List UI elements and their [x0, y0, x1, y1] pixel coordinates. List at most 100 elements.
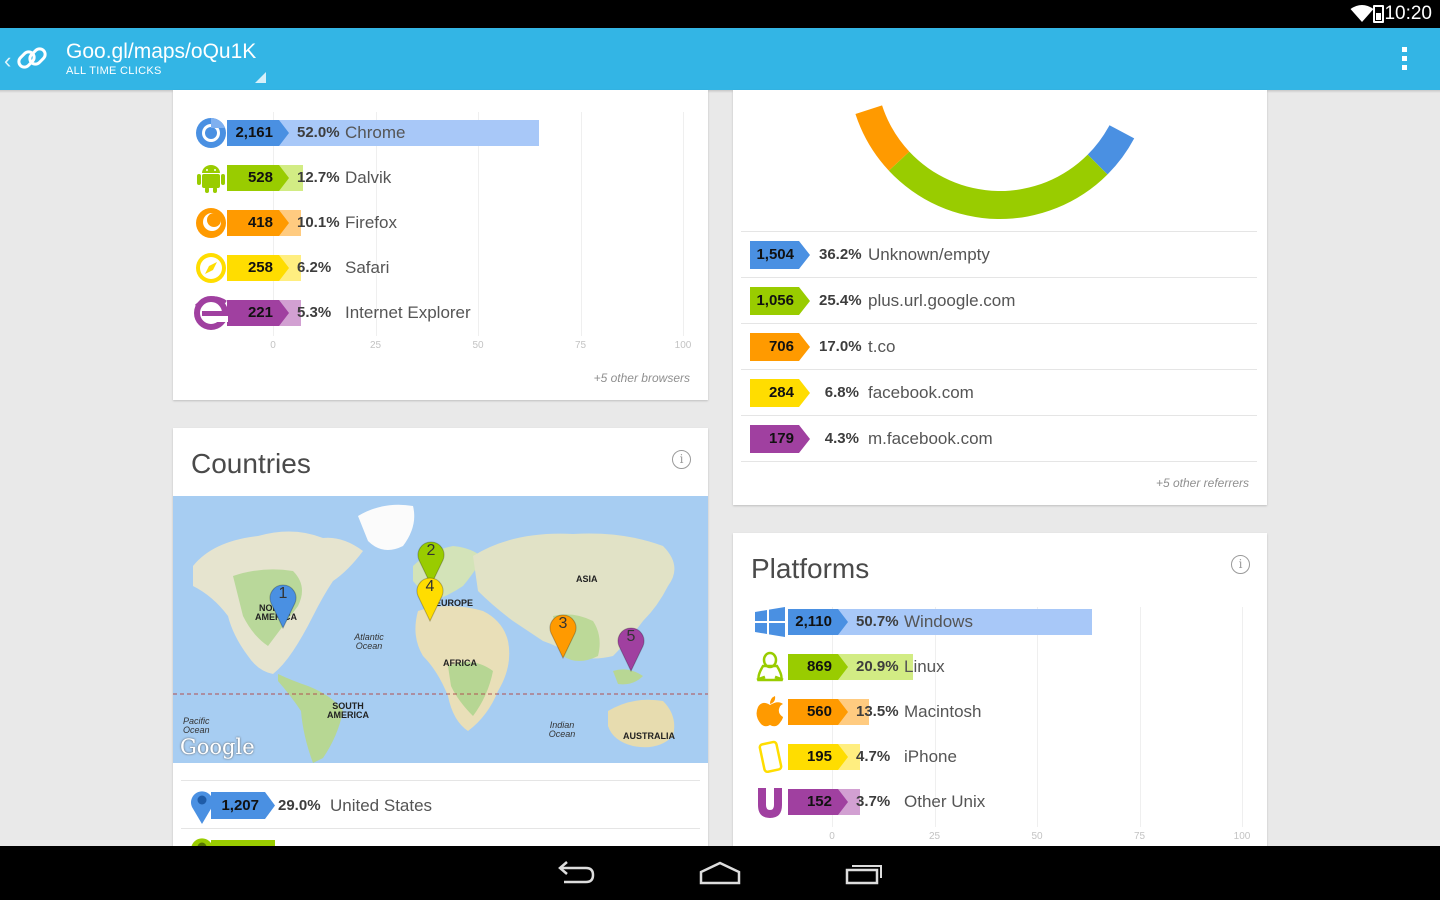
map-marker[interactable]: 5 — [617, 624, 645, 672]
item-name: Safari — [345, 258, 390, 277]
country-row[interactable] — [181, 828, 700, 848]
wifi-icon — [1350, 5, 1374, 22]
browser-row[interactable]: 418 10.1% Firefox — [173, 208, 708, 239]
platform-row[interactable]: 560 13.5% Macintosh — [733, 696, 1267, 728]
safari-icon — [194, 251, 228, 285]
count-tag: 560 — [788, 699, 848, 725]
percent-label: 5.3% — [297, 304, 332, 321]
region-australia: AUSTRALIA — [623, 731, 675, 741]
map-marker[interactable]: 3 — [549, 611, 577, 659]
country-name: United States — [330, 796, 433, 815]
count-tag: 221 — [227, 300, 289, 326]
map-marker[interactable]: 4 — [416, 574, 444, 622]
count-tag: 1,207 — [211, 792, 275, 819]
home-icon[interactable] — [698, 859, 742, 887]
axis-tick-label: 0 — [270, 340, 276, 351]
percent-label: 17.0% — [819, 338, 862, 355]
axis-tick-label: 75 — [1133, 831, 1146, 842]
item-name: Internet Explorer — [345, 303, 471, 322]
battery-icon — [1373, 5, 1384, 23]
count-tag: 179 — [750, 425, 810, 453]
percent-label: 20.9% — [856, 658, 899, 675]
spinner-indicator-icon[interactable] — [255, 72, 266, 83]
actionbar-subtitle[interactable]: ALL TIME CLICKS — [66, 65, 162, 77]
overflow-menu-icon[interactable] — [1402, 47, 1408, 74]
item-name: Windows — [904, 612, 973, 631]
info-icon[interactable]: i — [672, 450, 691, 469]
donut-slice-plus-url[interactable] — [888, 151, 1108, 219]
countries-title: Countries — [191, 448, 311, 479]
unix-icon — [753, 785, 787, 819]
axis-tick-label: 100 — [674, 340, 692, 351]
platform-row[interactable]: 2,110 50.7% Windows — [733, 607, 1267, 638]
percent-label: 10.1% — [297, 214, 340, 231]
axis-tick-label: 50 — [472, 340, 484, 351]
referrer-row[interactable]: 1,504 36.2% Unknown/empty — [741, 231, 1257, 277]
count-tag: 284 — [750, 379, 810, 407]
ie-icon — [194, 296, 228, 330]
item-name: Dalvik — [345, 168, 392, 187]
info-icon[interactable]: i — [1231, 555, 1250, 574]
item-name: Firefox — [345, 213, 397, 232]
referrers-card: 1,504 36.2% Unknown/empty 1,056 25.4% plus.ur… — [733, 90, 1267, 505]
count-tag: 706 — [750, 333, 810, 361]
referrer-row[interactable]: 706 17.0% t.co — [741, 323, 1257, 369]
world-map[interactable]: NORTH AMERICA EUROPE ASIA AFRICA SOUTH A… — [173, 496, 708, 763]
recent-apps-icon[interactable] — [844, 859, 886, 887]
navigation-bar — [0, 846, 1440, 900]
percent-label: 52.0% — [297, 124, 340, 141]
up-navigation-icon[interactable]: ‹ — [4, 48, 11, 74]
browser-row[interactable]: 2,161 52.0% Chrome — [173, 118, 708, 149]
country-row[interactable]: 1,207 29.0% United States — [181, 780, 700, 828]
map-marker[interactable]: 1 — [269, 581, 297, 629]
percent-label: 4.3% — [824, 430, 859, 447]
axis-tick-label: 25 — [369, 340, 382, 351]
browser-row[interactable]: 528 12.7% Dalvik — [173, 164, 708, 194]
referrer-row[interactable]: 284 6.8% facebook.com — [741, 369, 1257, 415]
countries-card: Countries i NORTH AMERICA EU — [173, 428, 708, 848]
android-icon — [194, 161, 228, 195]
percent-label: 12.7% — [297, 169, 340, 186]
count-tag: 2,161 — [227, 120, 289, 146]
platforms-title: Platforms — [751, 553, 870, 584]
status-bar: 10:20 — [0, 0, 1440, 28]
axis-tick-label: 0 — [829, 831, 835, 842]
more-browsers-link[interactable]: +5 other browsers — [594, 371, 690, 385]
google-logo: Google — [180, 735, 255, 759]
count-tag: 1,056 — [750, 287, 810, 315]
link-icon[interactable] — [14, 40, 50, 76]
referrer-name: plus.url.google.com — [868, 291, 1016, 310]
referrer-row[interactable]: 1,056 25.4% plus.url.google.com — [741, 277, 1257, 323]
map-marker-label: 5 — [626, 628, 636, 645]
referrer-name: m.facebook.com — [868, 429, 993, 448]
referrer-name: facebook.com — [868, 383, 974, 402]
percent-label: 3.7% — [856, 793, 891, 810]
axis-tick-label: 25 — [928, 831, 941, 842]
referrer-list-end — [741, 461, 1257, 462]
count-tag: 195 — [788, 744, 848, 770]
action-bar: ‹ Goo.gl/maps/oQu1K ALL TIME CLICKS — [0, 28, 1440, 90]
axis-tick-label: 50 — [1031, 831, 1043, 842]
percent-label: 36.2% — [819, 246, 862, 263]
actionbar-title[interactable]: Goo.gl/maps/oQu1K — [66, 40, 256, 64]
count-tag: 258 — [227, 255, 289, 281]
more-referrers-link[interactable]: +5 other referrers — [1156, 476, 1249, 490]
map-marker-label: 2 — [426, 542, 436, 559]
platform-row[interactable]: 152 3.7% Other Unix — [733, 788, 1267, 818]
count-tag: 528 — [227, 165, 289, 191]
platforms-card: Platforms i 0 25 50 75 100 2,110 50.7% Windows… — [733, 533, 1267, 848]
percent-label: 6.8% — [824, 384, 859, 401]
percent-label: 50.7% — [856, 613, 899, 630]
referrer-row[interactable]: 179 4.3% m.facebook.com — [741, 415, 1257, 461]
back-icon[interactable] — [556, 859, 596, 887]
item-name: iPhone — [904, 747, 957, 766]
item-name: Macintosh — [904, 702, 982, 721]
percent-label: 6.2% — [297, 259, 332, 276]
item-name: Linux — [904, 657, 945, 676]
platform-row[interactable]: 195 4.7% iPhone — [733, 740, 1267, 774]
browser-row[interactable]: 221 5.3% Internet Explorer — [173, 296, 708, 330]
platform-row[interactable]: 869 20.9% Linux — [733, 651, 1267, 683]
browser-row[interactable]: 258 6.2% Safari — [173, 251, 708, 285]
percent-label: 4.7% — [856, 748, 891, 765]
referrers-donut-chart[interactable] — [733, 90, 1267, 230]
